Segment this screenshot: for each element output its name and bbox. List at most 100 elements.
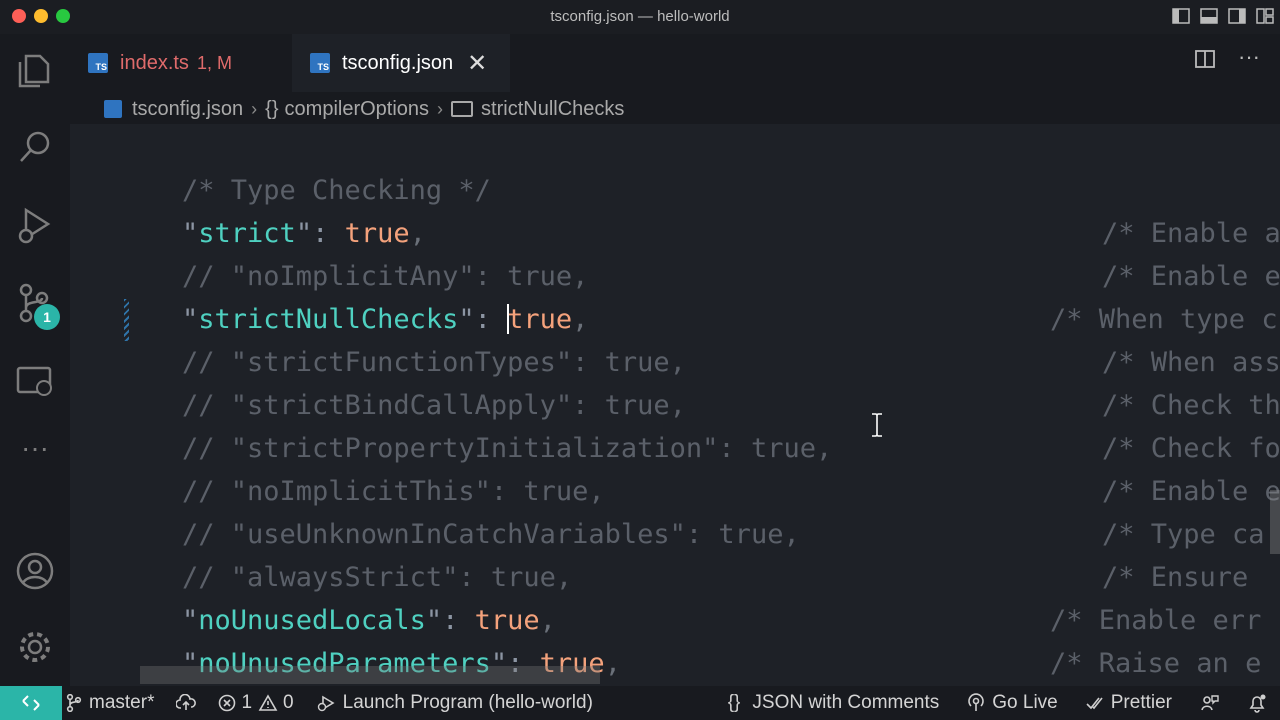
tab-tsconfig-json[interactable]: TS tsconfig.json ✕ [292, 34, 510, 92]
chevron-right-icon: › [251, 98, 258, 119]
quote: " [295, 218, 313, 249]
window-title: tsconfig.json — hello-world [550, 8, 730, 25]
breadcrumb-key[interactable]: strictNullChecks [481, 98, 624, 121]
ts-file-icon: TS [310, 53, 330, 73]
title-bar: tsconfig.json — hello-world [0, 0, 1280, 34]
quote: " [458, 304, 475, 335]
remote-explorer-icon[interactable] [14, 360, 56, 402]
search-icon[interactable] [14, 126, 56, 168]
inline-comment: /* When type c [1050, 304, 1278, 335]
broadcast-icon [968, 693, 984, 711]
quote: " [425, 605, 443, 636]
horizontal-scrollbar[interactable] [140, 666, 600, 684]
json-key: noUnusedLocals [198, 605, 426, 636]
code-line[interactable]: "strictNullChecks": true, /* When type c [70, 298, 1280, 341]
feedback-person-icon [1201, 695, 1219, 711]
code-line-text: // "strictBindCallApply": true, [182, 390, 686, 421]
go-live-button[interactable]: Go Live [967, 692, 1058, 714]
problems-indicator[interactable]: 1 0 [218, 692, 294, 714]
toggle-panel-icon[interactable] [1200, 7, 1218, 25]
code-line[interactable]: "strict": true, /* Enable a [70, 212, 1280, 255]
branch-indicator[interactable]: master* [66, 692, 154, 714]
notifications-button[interactable] [1248, 693, 1266, 713]
toggle-secondary-sidebar-icon[interactable] [1228, 7, 1246, 25]
code-line[interactable]: // "strictPropertyInitialization": true,… [70, 427, 1280, 470]
comma: , [539, 605, 556, 636]
more-views-icon[interactable]: ··· [14, 434, 56, 480]
colon: : [312, 218, 345, 249]
layout-controls [1172, 7, 1274, 25]
more-actions-icon[interactable]: ··· [1238, 46, 1260, 76]
json-brace-icon: {} [727, 692, 741, 713]
comma: , [409, 218, 426, 249]
inline-comment: /* Check fo [1102, 433, 1280, 464]
colon: : [474, 304, 508, 335]
debug-icon [317, 695, 335, 712]
json-value: true [344, 218, 410, 249]
code-line[interactable]: // "strictFunctionTypes": true, /* When a… [70, 341, 1280, 384]
language-label: JSON with Comments [752, 692, 940, 713]
modified-line-gutter-marker [124, 299, 129, 341]
warning-icon [258, 694, 278, 711]
status-bar: master* 1 0 Launch Program (hello-world)… [0, 686, 1280, 720]
manage-gear-icon[interactable] [14, 626, 56, 668]
json-value: true [474, 605, 540, 636]
double-check-icon [1086, 697, 1103, 710]
remote-icon[interactable] [0, 686, 62, 720]
code-line-text: /* Type Checking */ [182, 175, 491, 206]
vertical-scrollbar[interactable] [1270, 490, 1280, 554]
toggle-primary-sidebar-icon[interactable] [1172, 7, 1190, 25]
code-line[interactable]: // "useUnknownInCatchVariables": true, /*… [70, 513, 1280, 556]
error-count: 1 [241, 692, 253, 713]
tab-status: 1, M [196, 52, 232, 73]
chevron-right-icon: › [437, 98, 444, 119]
sync-button[interactable] [176, 694, 197, 712]
explorer-icon[interactable] [14, 50, 56, 92]
code-line[interactable]: // "alwaysStrict": true, /* Ensure [70, 556, 1280, 599]
json-key: strictNullChecks [198, 304, 459, 335]
code-line-text: // "useUnknownInCatchVariables": true, [182, 519, 800, 550]
source-control-badge: 1 [34, 304, 60, 330]
property-key-icon [451, 101, 474, 117]
editor-actions: ··· [1194, 46, 1260, 76]
code-line-text: // "alwaysStrict": true, [182, 562, 573, 593]
code-line[interactable]: // "noImplicitThis": true, /* Enable e [70, 470, 1280, 513]
tab-label: tsconfig.json [342, 51, 454, 74]
feedback-button[interactable] [1200, 693, 1220, 713]
code-line-text: // "strictPropertyInitialization": true, [182, 433, 833, 464]
prettier-button[interactable]: Prettier [1086, 692, 1172, 714]
breadcrumb-section[interactable]: compilerOptions [285, 98, 430, 121]
close-icon[interactable]: ✕ [467, 49, 487, 78]
code-line[interactable]: // "strictBindCallApply": true, /* Check … [70, 384, 1280, 427]
inline-comment: /* Enable e [1102, 476, 1280, 507]
colon: : [442, 605, 475, 636]
bell-icon [1249, 694, 1266, 713]
code-line-text: // "noImplicitAny": true, [182, 261, 589, 292]
breadcrumb-file[interactable]: tsconfig.json [132, 98, 243, 121]
language-mode[interactable]: {} JSON with Comments [728, 692, 940, 714]
tab-index-ts[interactable]: TS index.ts 1, M [88, 34, 232, 92]
code-editor[interactable]: /* Type Checking */"strict": true,/* Ena… [70, 124, 1280, 686]
code-line-text: "noUnusedLocals": true, [182, 599, 556, 642]
activity-bar: 1 ··· [0, 34, 70, 686]
inline-comment: /* Ensure [1102, 562, 1265, 593]
go-live-label: Go Live [992, 692, 1058, 713]
quote: " [182, 605, 199, 636]
launch-program-button[interactable]: Launch Program (hello-world) [316, 692, 593, 714]
customize-layout-icon[interactable] [1256, 7, 1274, 25]
branch-name: master* [89, 692, 155, 713]
accounts-icon[interactable] [14, 550, 56, 592]
breadcrumb: tsconfig.json › {} compilerOptions › str… [104, 94, 624, 124]
split-editor-icon[interactable] [1194, 48, 1216, 76]
run-and-debug-icon[interactable] [14, 204, 56, 246]
code-line[interactable]: // "noImplicitAny": true, /* Enable e [70, 255, 1280, 298]
json-key: strict [198, 218, 296, 249]
tab-bar: TS index.ts 1, M TS tsconfig.json ✕ ··· [70, 34, 1280, 92]
json-value: true [507, 304, 573, 335]
ts-file-icon: TS [88, 53, 108, 73]
tab-label: index.ts [120, 51, 189, 74]
code-line[interactable]: "noUnusedLocals": true, /* Enable err [70, 599, 1280, 642]
code-line-text: "strict": true, [182, 212, 426, 255]
cloud-upload-icon [176, 694, 197, 710]
code-line[interactable]: /* Type Checking */ [70, 169, 1280, 212]
